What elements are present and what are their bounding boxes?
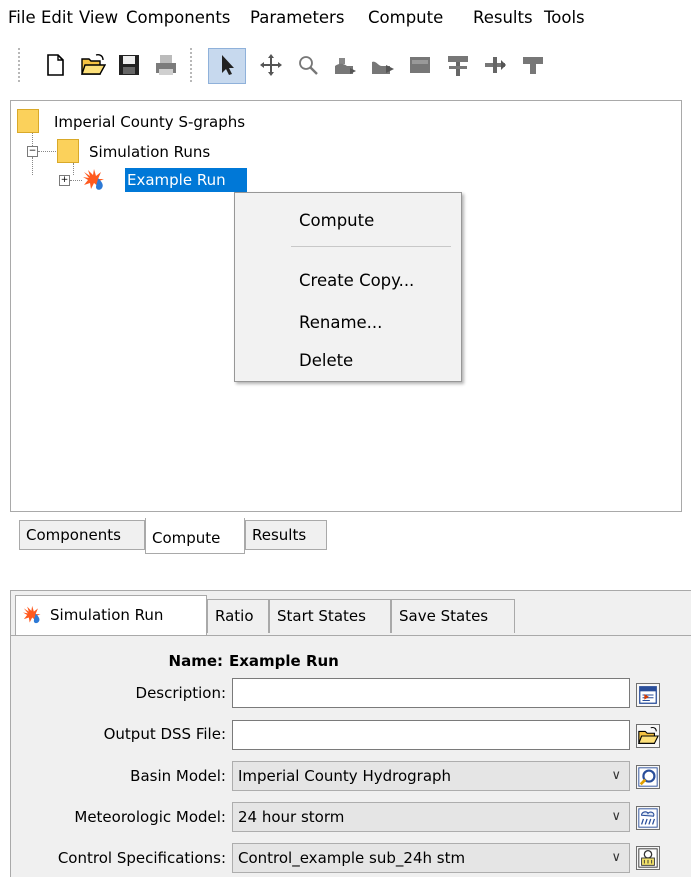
menu-tools[interactable]: Tools [544,8,585,27]
edit-description-icon[interactable] [636,683,660,707]
tree-node-project[interactable]: Imperial County S-graphs [54,113,245,131]
met-model-select[interactable]: 24 hour storm ∨ [232,802,630,832]
met-model-value: 24 hour storm [238,808,345,826]
menu-components[interactable]: Components [126,8,230,27]
basin-model-edit-icon[interactable] [636,765,660,789]
tab-compute[interactable]: Compute [145,518,245,554]
tree-line [38,151,56,152]
menu-compute[interactable]: Compute [368,8,443,27]
menu-results[interactable]: Results [473,8,533,27]
name-value: Example Run [229,652,339,670]
new-file-icon[interactable] [42,52,68,78]
context-menu-rename[interactable]: Rename... [299,313,382,332]
basin-model-label: Basin Model: [130,767,226,785]
menu-parameters[interactable]: Parameters [250,8,344,27]
tree-node-example-run[interactable]: Example Run [127,171,226,189]
met-model-edit-icon[interactable] [636,806,660,830]
tree-line [70,180,82,181]
simulation-run-icon [83,169,104,190]
tab-start-states[interactable]: Start States [269,599,391,633]
control-spec-edit-icon[interactable] [636,846,660,870]
zoom-icon[interactable] [295,52,321,78]
browse-folder-icon[interactable] [636,724,660,748]
expand-toggle-icon[interactable]: + [59,175,70,186]
context-menu-compute[interactable]: Compute [299,211,374,230]
name-label: Name: [168,652,223,670]
tab-components[interactable]: Components [19,520,145,550]
add-diversion-icon[interactable] [482,52,508,78]
print-icon[interactable] [153,52,179,78]
simulation-runs-folder-icon [57,139,79,163]
add-junction-icon[interactable] [445,52,471,78]
add-reservoir-icon[interactable] [407,52,433,78]
add-reach-icon[interactable] [370,52,396,78]
chevron-down-icon: ∨ [611,809,621,824]
project-folder-icon [17,109,39,133]
menu-bar: File Edit View Components Parameters Com… [0,0,691,34]
chevron-down-icon: ∨ [611,850,621,865]
tree-line [32,157,33,175]
context-menu-create-copy[interactable]: Create Copy... [299,271,414,290]
control-spec-label: Control Specifications: [57,849,226,867]
tree-node-simulation-runs[interactable]: Simulation Runs [89,143,210,161]
menu-view[interactable]: View [79,8,118,27]
control-spec-select[interactable]: Control_example sub_24h stm ∨ [232,843,630,873]
basin-model-value: Imperial County Hydrograph [238,767,452,785]
tab-results[interactable]: Results [245,520,327,550]
simulation-run-tab-icon [23,605,41,624]
move-icon[interactable] [258,52,284,78]
toolbar [0,34,691,100]
description-field[interactable] [232,678,630,708]
met-model-label: Meteorologic Model: [74,808,226,826]
menu-edit[interactable]: Edit [41,8,73,27]
toolbar-separator [190,48,192,84]
basin-model-select[interactable]: Imperial County Hydrograph ∨ [232,761,630,791]
tab-ratio[interactable]: Ratio [207,599,269,633]
tab-strip-border [11,635,691,636]
context-menu-divider [291,246,451,247]
tab-save-states[interactable]: Save States [391,599,515,633]
menu-file[interactable]: File [8,8,36,27]
toolbar-grip [18,48,20,84]
context-menu: Compute Create Copy... Rename... Delete [234,192,462,382]
tree-line [73,163,74,175]
save-icon[interactable] [116,52,142,78]
chevron-down-icon: ∨ [611,768,621,783]
add-sink-icon[interactable] [520,52,546,78]
context-menu-delete[interactable]: Delete [299,351,353,370]
output-dss-field[interactable] [232,720,630,750]
control-spec-value: Control_example sub_24h stm [238,849,466,867]
add-subbasin-icon[interactable] [333,52,359,78]
description-label: Description: [135,684,226,702]
collapse-toggle-icon[interactable]: − [27,146,38,157]
arrow-select-icon[interactable] [215,52,241,78]
output-dss-label: Output DSS File: [103,725,226,743]
open-folder-icon[interactable] [80,52,106,78]
